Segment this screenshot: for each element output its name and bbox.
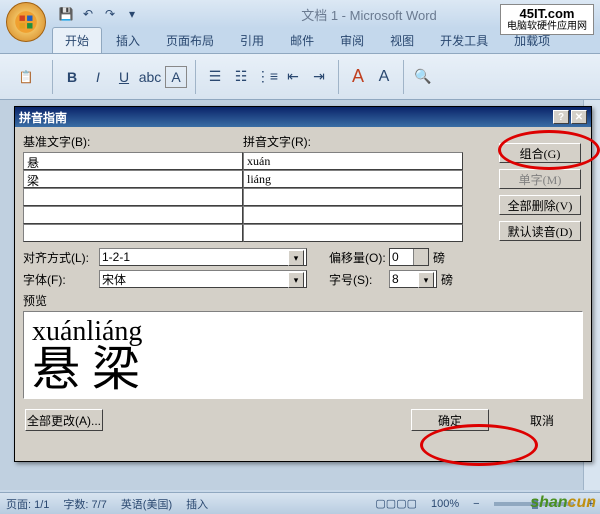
numbering-button[interactable]: ☷ xyxy=(230,66,252,88)
indent-dec-button[interactable]: ⇤ xyxy=(282,66,304,88)
bullets-button[interactable]: ☰ xyxy=(204,66,226,88)
pinyin-cell-1[interactable]: liáng xyxy=(243,170,463,188)
pinyin-cell-3[interactable] xyxy=(243,206,463,224)
pinyin-text-label: 拼音文字(R): xyxy=(243,133,463,150)
offset-label: 偏移量(O): xyxy=(329,249,389,266)
status-language[interactable]: 英语(美国) xyxy=(121,496,172,512)
dialog-title: 拼音指南 xyxy=(19,109,551,126)
zoom-out-button[interactable]: − xyxy=(473,498,479,510)
tab-view[interactable]: 视图 xyxy=(378,28,426,53)
bold-button[interactable]: B xyxy=(61,66,83,88)
clear-all-button[interactable]: 全部删除(V) xyxy=(499,195,581,215)
highlight-button[interactable]: A xyxy=(165,66,187,88)
font-label: 字体(F): xyxy=(23,271,99,288)
find-button[interactable]: 🔍 xyxy=(412,66,434,88)
base-cell-1[interactable]: 梁 xyxy=(23,170,243,188)
multilevel-button[interactable]: ⋮≡ xyxy=(256,66,278,88)
italic-button[interactable]: I xyxy=(87,66,109,88)
office-button[interactable] xyxy=(6,2,46,42)
tab-review[interactable]: 审阅 xyxy=(328,28,376,53)
base-cell-0[interactable]: 悬 xyxy=(23,152,243,170)
align-label: 对齐方式(L): xyxy=(23,249,99,266)
tab-developer[interactable]: 开发工具 xyxy=(428,28,500,53)
change-all-button[interactable]: 全部更改(A)... xyxy=(25,409,103,431)
redo-icon[interactable]: ↷ xyxy=(100,4,120,24)
change-styles-button[interactable]: A xyxy=(373,66,395,88)
pinyin-cell-4[interactable] xyxy=(243,224,463,242)
pinyin-guide-dialog: 拼音指南 ? ✕ 基准文字(B): 拼音文字(R): 悬 梁 xuán lián… xyxy=(14,106,592,462)
base-cell-3[interactable] xyxy=(23,206,243,224)
paste-button[interactable]: 📋 xyxy=(8,59,44,95)
offset-unit: 磅 xyxy=(433,249,445,266)
cancel-button[interactable]: 取消 xyxy=(503,409,581,431)
preview-hanzi: 悬 梁 xyxy=(32,348,574,391)
default-reading-button[interactable]: 默认读音(D) xyxy=(499,221,581,241)
status-words: 字数: 7/7 xyxy=(63,496,106,512)
base-text-label: 基准文字(B): xyxy=(23,133,243,150)
size-label: 字号(S): xyxy=(329,271,389,288)
single-button[interactable]: 单字(M) xyxy=(499,169,581,189)
size-unit: 磅 xyxy=(441,271,453,288)
tab-insert[interactable]: 插入 xyxy=(104,28,152,53)
font-combo[interactable]: 宋体 xyxy=(99,270,307,288)
preview-box: xuánliáng 悬 梁 xyxy=(23,311,583,399)
qat-dropdown-icon[interactable]: ▾ xyxy=(122,4,142,24)
view-buttons[interactable]: ▢▢▢▢ xyxy=(375,497,417,510)
shancun-watermark: shancun xyxy=(530,494,596,512)
indent-inc-button[interactable]: ⇥ xyxy=(308,66,330,88)
underline-button[interactable]: U xyxy=(113,66,135,88)
status-mode[interactable]: 插入 xyxy=(186,496,208,512)
help-button[interactable]: ? xyxy=(553,110,569,124)
pinyin-cell-2[interactable] xyxy=(243,188,463,206)
status-page: 页面: 1/1 xyxy=(6,496,49,512)
pinyin-cell-0[interactable]: xuán xyxy=(243,152,463,170)
undo-icon[interactable]: ↶ xyxy=(78,4,98,24)
size-combo[interactable]: 8 xyxy=(389,270,437,288)
zoom-level[interactable]: 100% xyxy=(431,498,459,510)
combine-button[interactable]: 组合(G) xyxy=(499,143,581,163)
site-watermark: 45IT.com电脑软硬件应用网 xyxy=(500,4,594,35)
base-cell-4[interactable] xyxy=(23,224,243,242)
ribbon: 📋 B I U abc A ☰ ☷ ⋮≡ ⇤ ⇥ A A 🔍 xyxy=(0,54,600,100)
strike-button[interactable]: abc xyxy=(139,66,161,88)
status-bar: 页面: 1/1 字数: 7/7 英语(美国) 插入 ▢▢▢▢ 100% − + xyxy=(0,492,600,514)
tab-mailings[interactable]: 邮件 xyxy=(278,28,326,53)
align-combo[interactable]: 1-2-1 xyxy=(99,248,307,266)
style-a-button[interactable]: A xyxy=(347,66,369,88)
offset-spinner[interactable]: 0 xyxy=(389,248,429,266)
base-cell-2[interactable] xyxy=(23,188,243,206)
close-button[interactable]: ✕ xyxy=(571,110,587,124)
tab-pagelayout[interactable]: 页面布局 xyxy=(154,28,226,53)
save-icon[interactable]: 💾 xyxy=(56,4,76,24)
tab-home[interactable]: 开始 xyxy=(52,27,102,53)
tab-references[interactable]: 引用 xyxy=(228,28,276,53)
preview-label: 预览 xyxy=(23,292,583,309)
ok-button[interactable]: 确定 xyxy=(411,409,489,431)
